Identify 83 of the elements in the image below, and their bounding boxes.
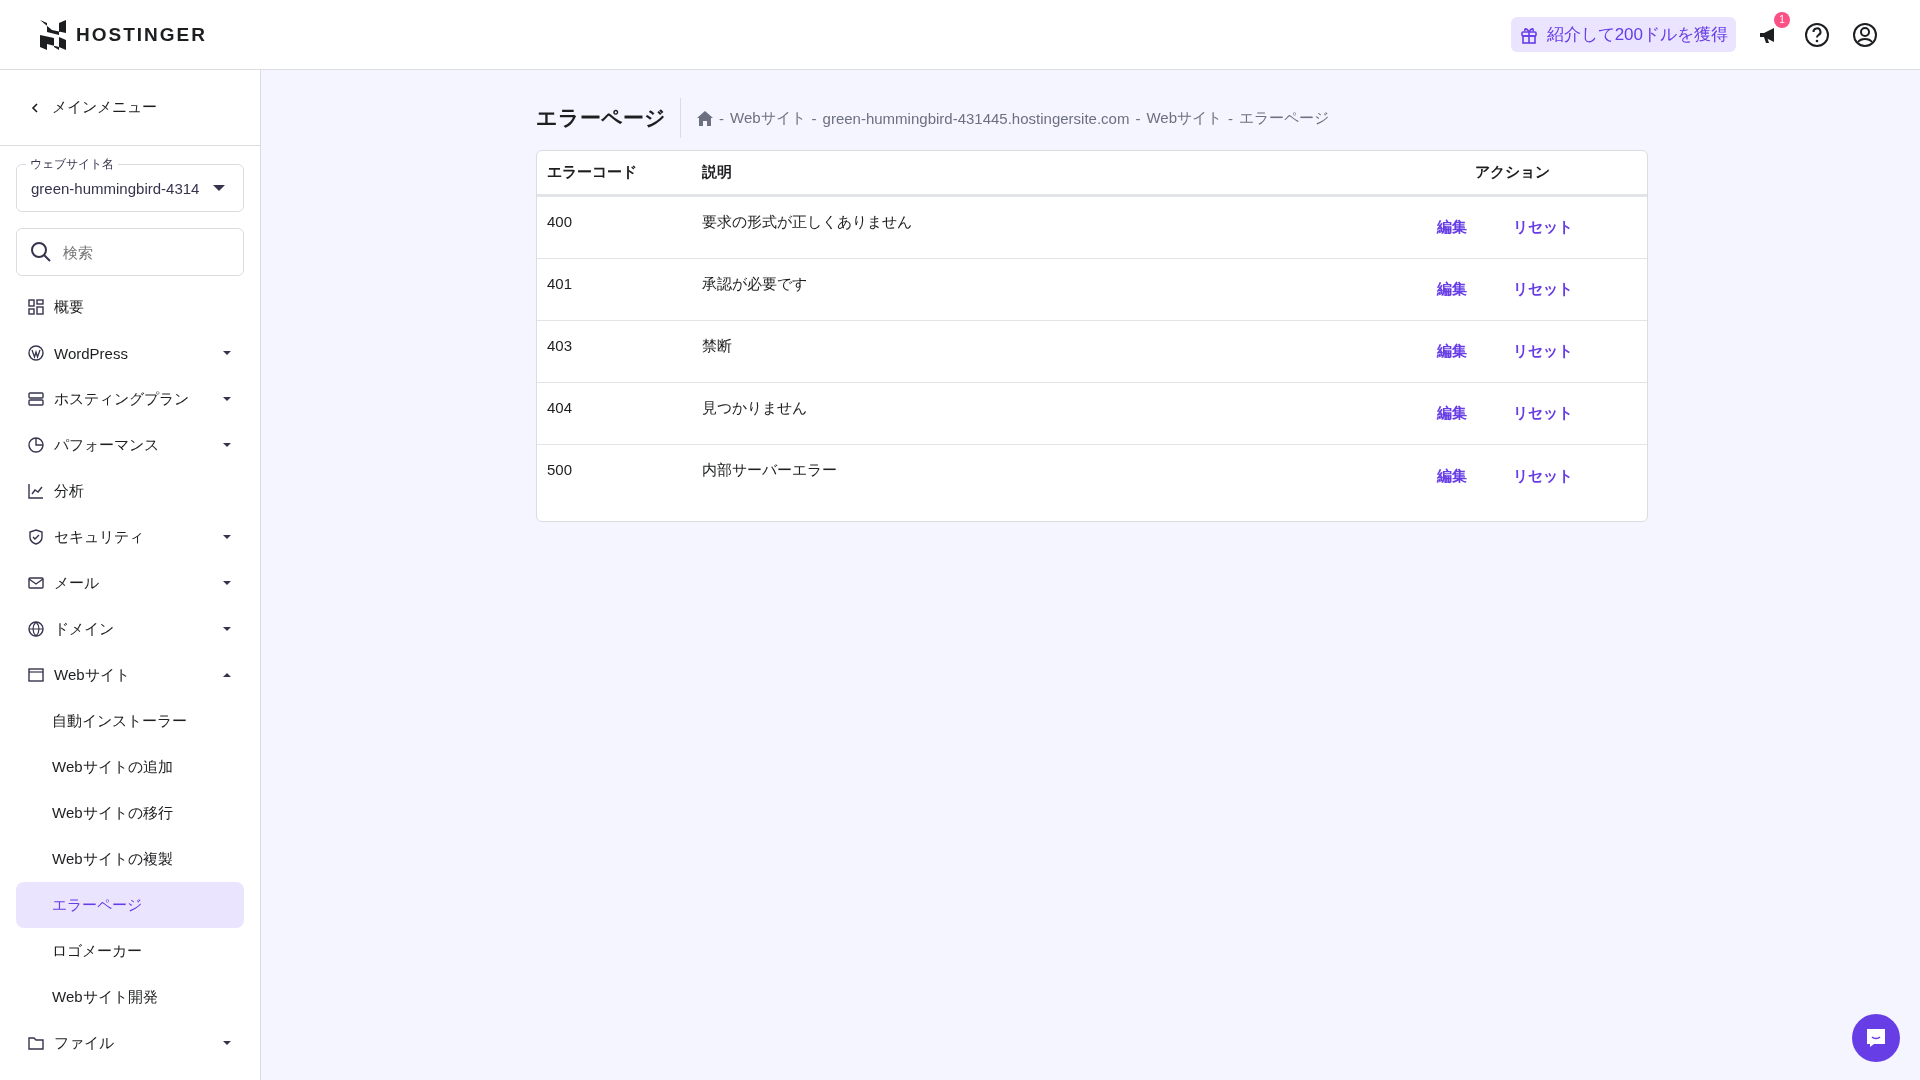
nav-subitem[interactable]: Webサイト開発 (16, 974, 244, 1020)
nav-subitem[interactable]: ロゴメーカー (16, 928, 244, 974)
reset-link[interactable]: リセット (1513, 218, 1573, 237)
line-chart-icon (28, 483, 44, 499)
pie-chart-icon (28, 437, 44, 453)
edit-link[interactable]: 編集 (1437, 280, 1467, 299)
window-icon (28, 667, 44, 683)
table-cell-text: 禁断 (702, 336, 733, 356)
dropdown-icon (212, 184, 226, 192)
referral-button[interactable]: 紹介して200ドルを獲得 (1510, 17, 1736, 52)
table-cell-text: 見つかりません (702, 398, 808, 418)
column-header: アクション (1473, 163, 1551, 182)
column-header: 説明 (702, 163, 733, 182)
nav-item[interactable]: WordPress (16, 330, 244, 376)
chat-bubble-icon (1864, 1026, 1888, 1050)
grid-icon (28, 299, 44, 315)
caret-icon (222, 580, 232, 586)
user-icon (1852, 21, 1878, 48)
breadcrumb-link[interactable]: エラーページ (1239, 108, 1329, 128)
breadcrumb-separator: - (811, 109, 817, 127)
page-title: エラーページ (536, 98, 681, 138)
nav-subitem[interactable]: Webサイトの複製 (16, 836, 244, 882)
nav-item[interactable]: パフォーマンス (16, 422, 244, 468)
caret-icon (222, 350, 232, 356)
nav-item[interactable]: メール (16, 560, 244, 606)
table-cell-text: 401 (547, 274, 574, 292)
nav-item[interactable]: ホスティングプラン (16, 376, 244, 422)
breadcrumb-link[interactable]: Webサイト (1146, 108, 1222, 128)
breadcrumb-link[interactable]: Webサイト (730, 108, 806, 128)
chevron-left-icon (30, 102, 40, 113)
caret-icon (222, 672, 232, 678)
table-cell-text: 内部サーバーエラー (702, 460, 838, 480)
caret-icon (222, 1040, 232, 1046)
reset-link[interactable]: リセット (1513, 342, 1573, 361)
table-cell-text: 404 (547, 398, 574, 416)
column-header: エラーコード (547, 163, 638, 182)
caret-icon (222, 626, 232, 632)
nav-subitem[interactable]: Webサイトの移行 (16, 790, 244, 836)
breadcrumb-separator: - (719, 109, 724, 127)
breadcrumb-link[interactable]: green-hummingbird-431445.hostingersite.com (822, 109, 1130, 127)
table-cell-text: 400 (547, 212, 574, 230)
reset-link[interactable]: リセット (1513, 466, 1573, 486)
nav-item[interactable]: 分析 (16, 468, 244, 514)
table-cell-text: 要求の形式が正しくありません (702, 212, 913, 232)
question-icon (1804, 21, 1830, 48)
caret-icon (222, 442, 232, 448)
nav-subitem[interactable]: 自動インストーラー (16, 698, 244, 744)
logo-text[interactable]: HOSTINGER (76, 23, 207, 46)
select-label: ウェブサイト名 (26, 156, 118, 172)
mail-icon (28, 575, 44, 591)
nav-item[interactable]: ドメイン (16, 606, 244, 652)
nav-item[interactable]: Webサイト (16, 652, 244, 698)
server-icon (28, 391, 44, 407)
table-cell-text: 403 (547, 336, 574, 354)
chat-button[interactable] (1852, 1014, 1900, 1062)
search-field[interactable]: 検索 (16, 228, 244, 276)
caret-icon (222, 534, 232, 540)
nav-item[interactable]: セキュリティ (16, 514, 244, 560)
website-select[interactable]: ウェブサイト名 green-hummingbird-4314 (16, 156, 244, 212)
notification-badge: 1 (1774, 11, 1790, 28)
caret-icon (222, 396, 232, 402)
table-cell-text: 承認が必要です (702, 274, 808, 294)
reset-link[interactable]: リセット (1513, 404, 1573, 423)
edit-link[interactable]: 編集 (1437, 404, 1467, 423)
breadcrumb-separator: - (1135, 109, 1141, 127)
nav-item[interactable]: 概要 (16, 284, 244, 330)
folder-icon (28, 1035, 44, 1051)
edit-link[interactable]: 編集 (1437, 218, 1467, 237)
main-menu-link[interactable]: メインメニュー (0, 70, 260, 146)
logo-icon (40, 19, 66, 50)
shield-icon (28, 529, 44, 545)
breadcrumb-separator: - (1228, 109, 1233, 127)
globe-icon (28, 621, 44, 637)
edit-link[interactable]: 編集 (1437, 466, 1467, 486)
nav-subitem[interactable]: Webサイトの追加 (16, 744, 244, 790)
reset-link[interactable]: リセット (1513, 280, 1573, 299)
wordpress-icon (28, 345, 44, 361)
search-icon (30, 241, 52, 263)
nav-item[interactable]: ファイル (16, 1020, 244, 1066)
home-icon[interactable] (697, 110, 713, 126)
table-cell-text: 500 (547, 460, 574, 478)
edit-link[interactable]: 編集 (1437, 342, 1467, 361)
nav-subitem[interactable]: エラーページ (16, 882, 244, 928)
